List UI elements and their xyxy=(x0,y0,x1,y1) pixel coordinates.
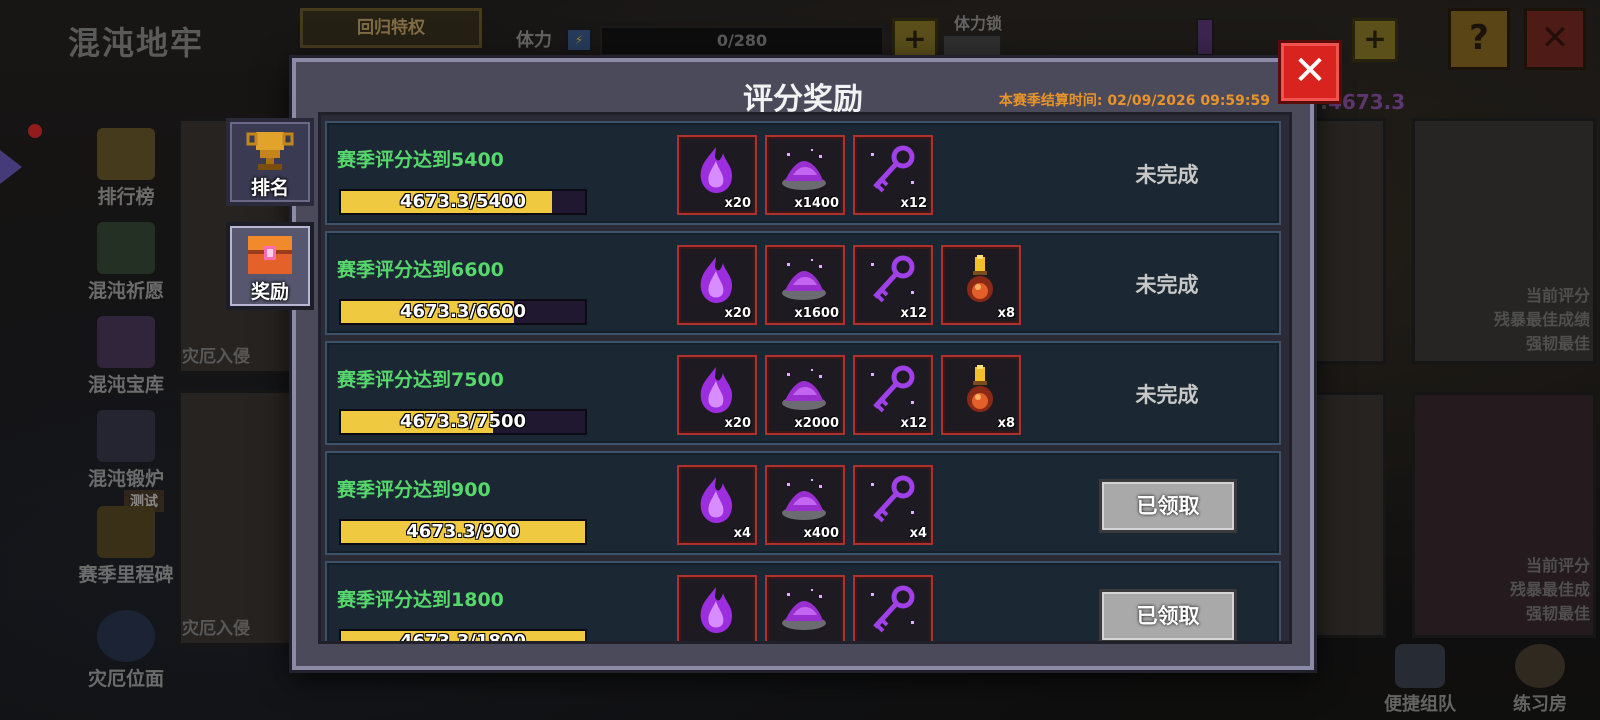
tab-label: 奖励 xyxy=(250,281,289,303)
reward-item[interactable]: x20 xyxy=(677,355,757,435)
progress-text: 4673.3/900 xyxy=(406,521,520,542)
tab-reward[interactable]: 奖励 xyxy=(226,222,314,310)
reward-item[interactable]: x4 xyxy=(853,465,933,545)
claimed-button[interactable]: 已领取 xyxy=(1099,589,1237,641)
reward-quantity: x400 xyxy=(803,526,839,541)
treasure-chest-icon xyxy=(248,236,292,274)
status-label: 未完成 xyxy=(1135,163,1199,187)
progress-bar: 4673.3/900 xyxy=(339,519,587,545)
reward-item[interactable]: x12 xyxy=(853,245,933,325)
progress-bar: 4673.3/7500 xyxy=(339,409,587,435)
tab-ranking[interactable]: 排名 xyxy=(226,118,314,206)
row-title: 赛季评分达到5400 xyxy=(337,149,504,171)
season-end-time: 本赛季结算时间: 02/09/2026 09:59:59 xyxy=(998,93,1270,109)
reward-item[interactable]: x8 xyxy=(941,355,1021,435)
progress-bar: 4673.3/5400 xyxy=(339,189,587,215)
progress-bar: 4673.3/6600 xyxy=(339,299,587,325)
claimed-button[interactable]: 已领取 xyxy=(1099,479,1237,533)
reward-item[interactable]: x400 xyxy=(765,465,845,545)
trophy-icon xyxy=(246,132,294,170)
reward-item[interactable] xyxy=(765,575,845,641)
reward-item[interactable] xyxy=(853,575,933,641)
reward-quantity: x2000 xyxy=(794,416,839,431)
reward-list[interactable]: 赛季评分达到5400 4673.3/5400 x20 x1400 x12 未完成 赛… xyxy=(318,112,1292,644)
reward-quantity: x20 xyxy=(724,306,751,321)
progress-text: 4673.3/1800 xyxy=(399,631,527,644)
reward-quantity: x12 xyxy=(900,416,927,431)
status-label: 未完成 xyxy=(1135,383,1199,407)
reward-item[interactable]: x20 xyxy=(677,245,757,325)
reward-item[interactable] xyxy=(677,575,757,641)
reward-quantity: x1600 xyxy=(794,306,839,321)
reward-item[interactable]: x1400 xyxy=(765,135,845,215)
reward-row: 赛季评分达到6600 4673.3/6600 x20 x1600 x12 x8 未完成 xyxy=(325,231,1281,335)
reward-quantity: x4 xyxy=(733,526,751,541)
reward-item[interactable]: x1600 xyxy=(765,245,845,325)
reward-quantity: x20 xyxy=(724,196,751,211)
reward-row: 赛季评分达到900 4673.3/900 x4 x400 x4 已领取 xyxy=(325,451,1281,555)
reward-quantity: x12 xyxy=(900,196,927,211)
row-title: 赛季评分达到6600 xyxy=(337,259,504,281)
reward-quantity: x8 xyxy=(997,416,1015,431)
row-title: 赛季评分达到900 xyxy=(337,479,491,501)
reward-item[interactable]: x12 xyxy=(853,135,933,215)
progress-text: 4673.3/5400 xyxy=(399,191,527,212)
reward-quantity: x8 xyxy=(997,306,1015,321)
reward-row: 赛季评分达到7500 4673.3/7500 x20 x2000 x12 x8 未完成 xyxy=(325,341,1281,445)
reward-item[interactable]: x20 xyxy=(677,135,757,215)
reward-row: 赛季评分达到5400 4673.3/5400 x20 x1400 x12 未完成 xyxy=(325,121,1281,225)
progress-text: 4673.3/6600 xyxy=(399,301,527,322)
reward-quantity: x20 xyxy=(724,416,751,431)
reward-quantity: x12 xyxy=(900,306,927,321)
tab-label: 排名 xyxy=(250,177,289,199)
row-title: 赛季评分达到1800 xyxy=(337,589,504,611)
reward-quantity: x1400 xyxy=(794,196,839,211)
reward-item[interactable]: x12 xyxy=(853,355,933,435)
row-title: 赛季评分达到7500 xyxy=(337,369,504,391)
reward-item[interactable]: x2000 xyxy=(765,355,845,435)
progress-text: 4673.3/7500 xyxy=(399,411,527,432)
reward-quantity: x4 xyxy=(909,526,927,541)
reward-item[interactable]: x8 xyxy=(941,245,1021,325)
status-label: 未完成 xyxy=(1135,273,1199,297)
close-dialog-button[interactable]: ✕ xyxy=(1278,40,1342,104)
reward-item[interactable]: x4 xyxy=(677,465,757,545)
progress-bar: 4673.3/1800 xyxy=(339,629,587,644)
reward-row: 赛季评分达到1800 4673.3/1800 已领取 xyxy=(325,561,1281,644)
